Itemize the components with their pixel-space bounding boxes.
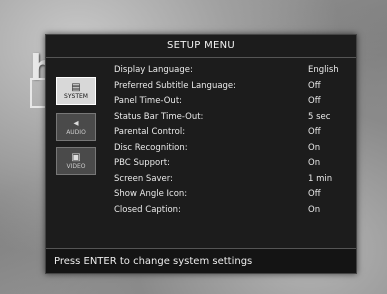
help-footer: Press ENTER to change system settings bbox=[46, 248, 356, 273]
tab-video[interactable]: ▣ VIDEO bbox=[56, 147, 96, 175]
setting-closed-caption[interactable]: Closed Caption: On bbox=[114, 203, 348, 219]
setup-menu: SETUP MENU ▤ SYSTEM ◂ AUDIO ▣ VIDEO Disp… bbox=[45, 34, 357, 274]
setting-label: Panel Time-Out: bbox=[114, 96, 183, 106]
setting-value: Off bbox=[308, 96, 321, 106]
setting-pbc-support[interactable]: PBC Support: On bbox=[114, 156, 348, 172]
setting-status-bar-time-out[interactable]: Status Bar Time-Out: 5 sec bbox=[114, 110, 348, 126]
video-icon: ▣ bbox=[71, 151, 81, 163]
setting-value: 5 sec bbox=[308, 111, 331, 122]
setting-label: PBC Support: bbox=[114, 158, 170, 168]
setting-value: Off bbox=[308, 127, 321, 137]
setting-value: On bbox=[308, 204, 321, 215]
speaker-icon: ◂ bbox=[73, 117, 79, 129]
setting-parental-control[interactable]: Parental Control: Off bbox=[114, 125, 348, 141]
setting-value: On bbox=[308, 158, 321, 168]
tab-audio-label: AUDIO bbox=[66, 128, 86, 136]
setting-label: Parental Control: bbox=[114, 127, 186, 137]
title-divider bbox=[46, 57, 356, 58]
setting-label: Disc Recognition: bbox=[114, 142, 188, 153]
tab-video-label: VIDEO bbox=[66, 162, 86, 170]
menu-title: SETUP MENU bbox=[166, 40, 236, 51]
setting-value: On bbox=[308, 142, 321, 153]
setting-label: Closed Caption: bbox=[114, 204, 181, 215]
setting-value: 1 min bbox=[308, 173, 333, 184]
setting-show-angle-icon[interactable]: Show Angle Icon: Off bbox=[114, 187, 348, 203]
setting-display-language[interactable]: Display Language: English bbox=[114, 63, 348, 79]
background-frame bbox=[30, 78, 46, 108]
setting-label: Show Angle Icon: bbox=[114, 189, 188, 199]
setting-label: Status Bar Time-Out: bbox=[114, 111, 204, 122]
setting-preferred-subtitle-language[interactable]: Preferred Subtitle Language: Off bbox=[114, 79, 348, 95]
settings-list: Display Language: English Preferred Subt… bbox=[114, 63, 348, 218]
tab-audio[interactable]: ◂ AUDIO bbox=[56, 113, 96, 141]
setting-value: Off bbox=[308, 80, 321, 91]
setting-value: English bbox=[308, 65, 339, 75]
setting-screen-saver[interactable]: Screen Saver: 1 min bbox=[114, 172, 348, 188]
setting-label: Screen Saver: bbox=[114, 173, 173, 184]
setting-label: Display Language: bbox=[114, 65, 193, 75]
system-icon: ▤ bbox=[71, 81, 81, 93]
setting-disc-recognition[interactable]: Disc Recognition: On bbox=[114, 141, 348, 157]
tab-system[interactable]: ▤ SYSTEM bbox=[56, 77, 96, 105]
tab-system-label: SYSTEM bbox=[64, 92, 88, 100]
setting-panel-time-out[interactable]: Panel Time-Out: Off bbox=[114, 94, 348, 110]
setting-value: Off bbox=[308, 189, 321, 199]
setting-label: Preferred Subtitle Language: bbox=[114, 80, 237, 91]
